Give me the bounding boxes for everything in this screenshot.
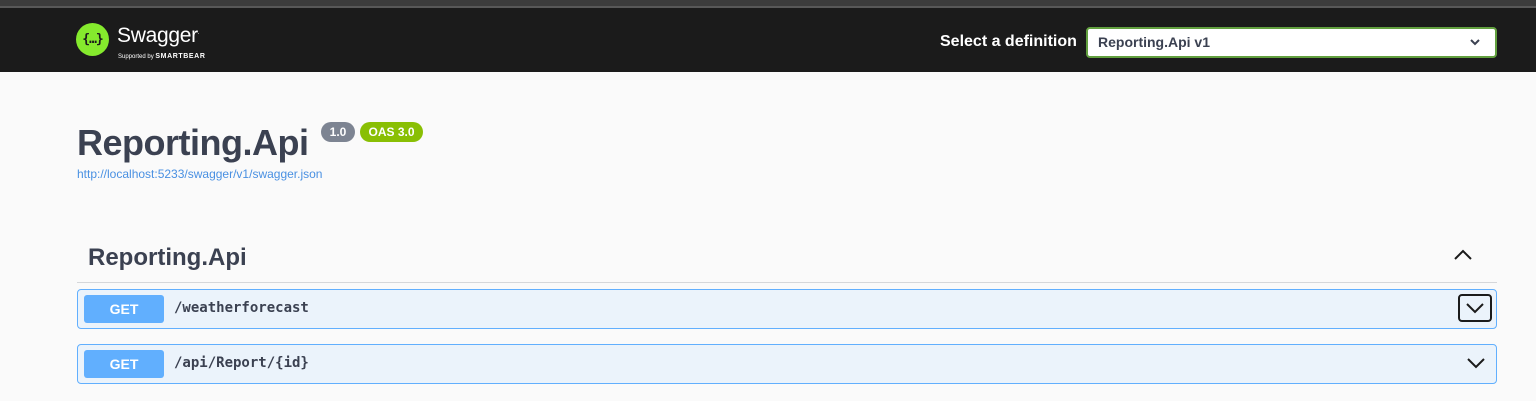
operation-get-weatherforecast[interactable]: GET /weatherforecast (77, 289, 1497, 329)
operation-get-report-by-id[interactable]: GET /api/Report/{id} (77, 344, 1497, 384)
oas-version-badge: OAS 3.0 (360, 122, 423, 142)
chevron-down-icon (1470, 39, 1480, 46)
window-top-strip (0, 0, 1536, 8)
select-definition-label: Select a definition (940, 33, 1077, 50)
expand-operation-button[interactable] (1460, 349, 1492, 377)
swagger-topbar: {…} Swagger. Supported by SMARTBEAR Sele… (0, 8, 1536, 72)
swagger-logo-text: Swagger. Supported by SMARTBEAR (117, 23, 227, 60)
operation-path: /api/Report/{id} (174, 355, 309, 371)
definition-select[interactable]: Reporting.Api v1 (1086, 27, 1497, 58)
operation-path: /weatherforecast (174, 300, 309, 316)
swagger-braces-icon: {…} (76, 23, 109, 56)
http-method-badge: GET (84, 295, 164, 323)
http-method-badge: GET (84, 350, 164, 378)
expand-operation-button[interactable] (1458, 294, 1492, 322)
chevron-up-icon[interactable] (1453, 248, 1473, 262)
swagger-logo-subtitle: Supported by SMARTBEAR (118, 53, 206, 60)
version-badge: 1.0 (321, 122, 355, 142)
spec-url-link[interactable]: http://localhost:5233/swagger/v1/swagger… (77, 167, 322, 181)
tag-title: Reporting.Api (88, 244, 247, 271)
swagger-logo[interactable]: {…} Swagger. Supported by SMARTBEAR (76, 23, 227, 60)
swagger-logo-word: Swagger. (117, 24, 200, 47)
chevron-down-icon (1467, 358, 1485, 369)
tag-section-header[interactable]: Reporting.Api (77, 232, 1497, 283)
api-title: Reporting.Api (77, 122, 309, 163)
definition-select-value: Reporting.Api v1 (1098, 34, 1211, 50)
chevron-down-icon (1466, 303, 1484, 314)
